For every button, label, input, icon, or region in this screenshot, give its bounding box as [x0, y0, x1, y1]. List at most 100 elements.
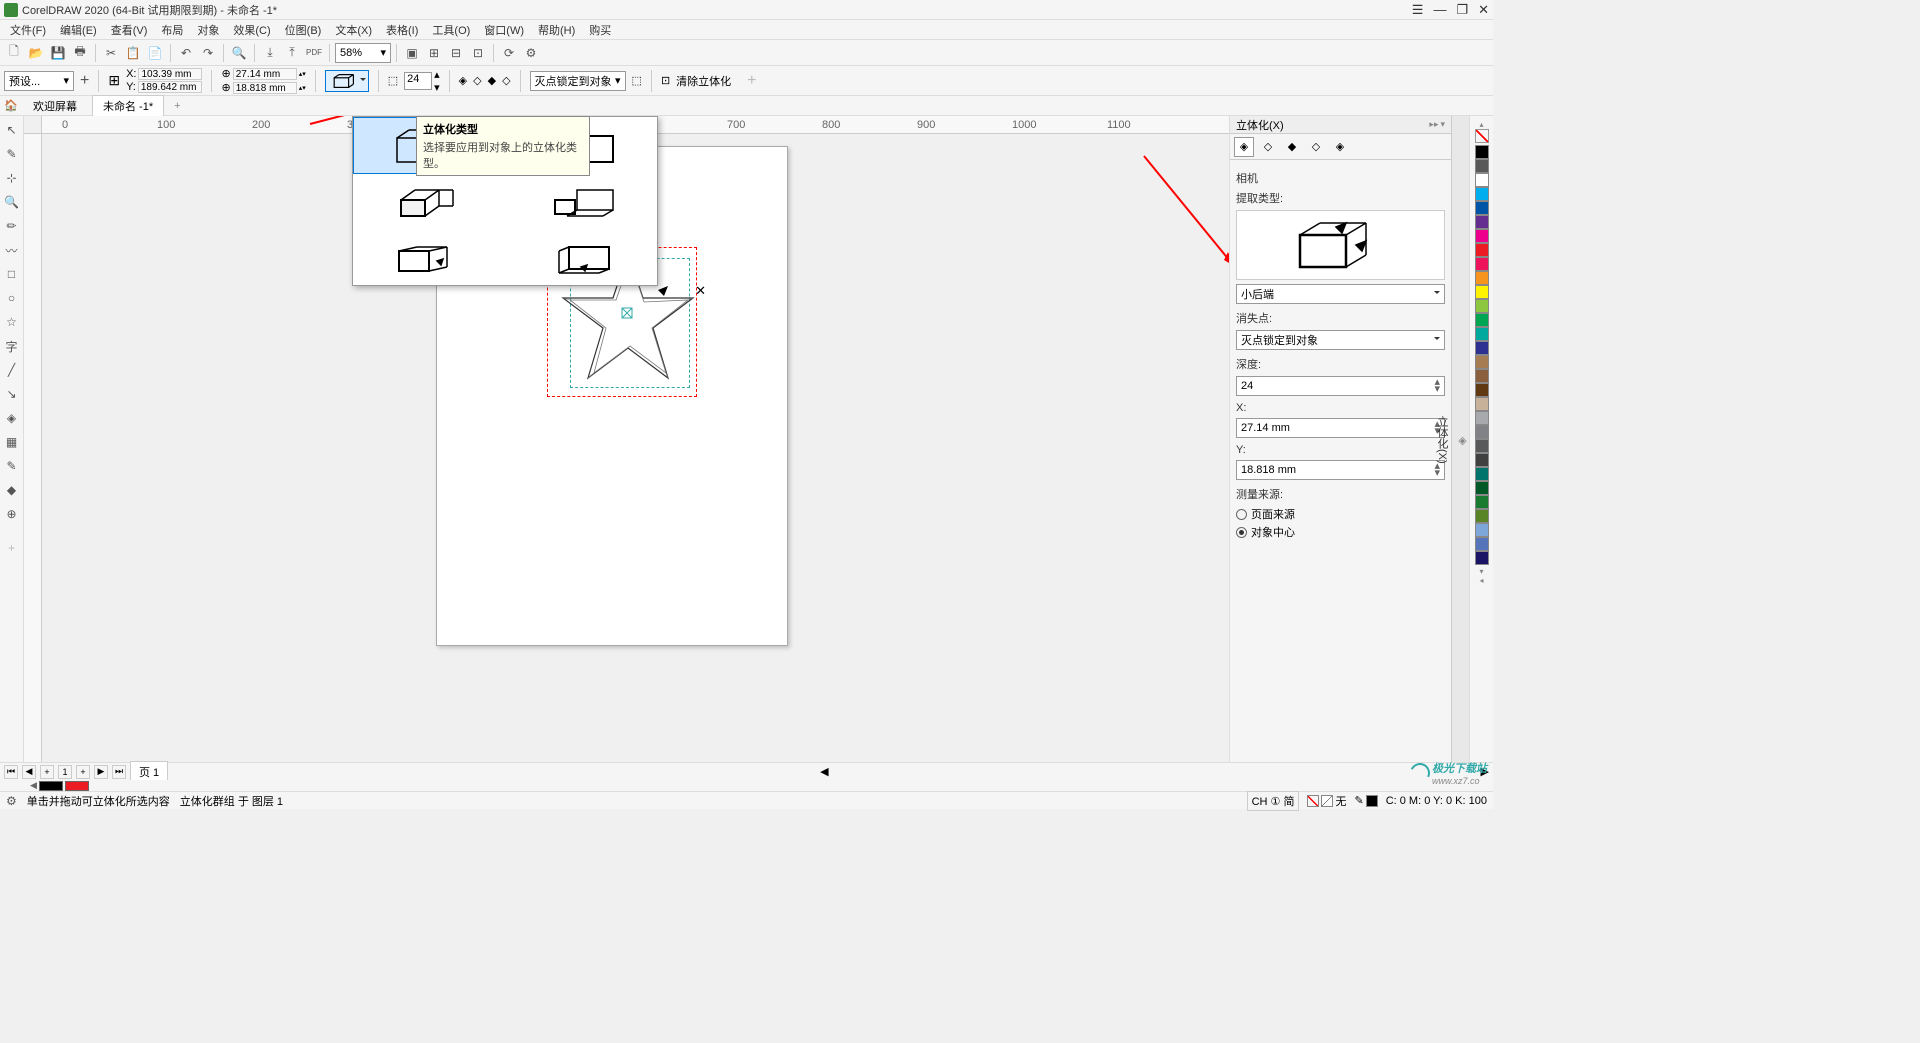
menu-tools[interactable]: 工具(O) [426, 20, 476, 40]
outline-tool[interactable]: ⊕ [2, 504, 22, 524]
outline-indicator[interactable]: ✎ [1354, 794, 1377, 807]
fill-indicator-icon[interactable]: 无 [1307, 793, 1346, 809]
menu-object[interactable]: 对象 [191, 20, 225, 40]
add-button[interactable]: + [747, 72, 756, 90]
vp-x-input[interactable]: 27.14 mm [233, 68, 297, 80]
palette-swatch-19[interactable] [1475, 411, 1489, 425]
vanishing-point-select[interactable]: 灭点锁定到对象 [1236, 330, 1445, 350]
palette-swatch-18[interactable] [1475, 397, 1489, 411]
extrude-color-button[interactable]: ◇ [473, 74, 481, 87]
extrude-lighting-button[interactable]: ◇ [502, 74, 510, 87]
docker-tab-light[interactable]: ◆ [1282, 137, 1302, 157]
palette-swatch-15[interactable] [1475, 355, 1489, 369]
menu-edit[interactable]: 编辑(E) [54, 20, 103, 40]
options-button[interactable]: ⚙ [521, 43, 541, 63]
menu-text[interactable]: 文本(X) [329, 20, 378, 40]
menu-bitmap[interactable]: 位图(B) [279, 20, 328, 40]
colorbar-swatch-black[interactable] [39, 781, 63, 791]
vanishing-point-combo[interactable]: 灭点锁定到对象▾ [530, 71, 626, 91]
save-button[interactable]: 💾 [48, 43, 68, 63]
freehand-tool[interactable]: ✏ [2, 216, 22, 236]
palette-swatch-16[interactable] [1475, 369, 1489, 383]
palette-swatch-22[interactable] [1475, 453, 1489, 467]
extrude-type-option-6[interactable] [505, 230, 657, 285]
menu-table[interactable]: 表格(I) [380, 20, 424, 40]
artistic-media-tool[interactable]: 〰 [2, 240, 22, 260]
page-last-button[interactable]: ⏭ [112, 765, 126, 779]
palette-swatch-27[interactable] [1475, 523, 1489, 537]
palette-swatch-7[interactable] [1475, 243, 1489, 257]
import-button[interactable]: ⤓ [260, 43, 280, 63]
menu-help[interactable]: 帮助(H) [532, 20, 581, 40]
rectangle-tool[interactable]: □ [2, 264, 22, 284]
new-tab-button[interactable]: + [168, 98, 186, 114]
colorbar-swatch-red[interactable] [65, 781, 89, 791]
docker-tab-color[interactable]: ◇ [1306, 137, 1326, 157]
page-next-button[interactable]: ▶ [94, 765, 108, 779]
extrude-type-dropdown[interactable] [325, 70, 369, 92]
palette-swatch-3[interactable] [1475, 187, 1489, 201]
crop-tool[interactable]: ⊹ [2, 168, 22, 188]
palette-swatch-12[interactable] [1475, 313, 1489, 327]
pick-tool[interactable]: ↖ [2, 120, 22, 140]
ellipse-tool[interactable]: ○ [2, 288, 22, 308]
palette-down-arrow[interactable]: ▾ [1479, 567, 1483, 576]
undo-button[interactable]: ↶ [176, 43, 196, 63]
vp-y-input[interactable]: 18.818 mm [233, 82, 297, 94]
close-icon[interactable]: ✕ [1478, 2, 1489, 18]
open-button[interactable]: 📂 [26, 43, 46, 63]
search-button[interactable]: 🔍 [229, 43, 249, 63]
shape-tool[interactable]: ✎ [2, 144, 22, 164]
docker-tab-camera[interactable]: ◈ [1234, 137, 1254, 157]
preset-combo[interactable]: 预设...▾ [4, 71, 74, 91]
transparency-tool[interactable]: ▦ [2, 432, 22, 452]
palette-flyout-arrow[interactable]: ◂ [1479, 576, 1483, 585]
polygon-tool[interactable]: ☆ [2, 312, 22, 332]
docker-tab-rotation[interactable]: ◇ [1258, 137, 1278, 157]
redo-button[interactable]: ↷ [198, 43, 218, 63]
extrude-rotation-button[interactable]: ◈ [459, 74, 467, 87]
radio-object-center[interactable]: 对象中心 [1236, 524, 1445, 540]
maximize-icon[interactable]: ❐ [1456, 2, 1468, 18]
add-tool-button[interactable]: + [2, 538, 22, 558]
extrude-type-option-3[interactable] [353, 174, 505, 229]
palette-swatch-28[interactable] [1475, 537, 1489, 551]
ruler-corner[interactable] [24, 116, 42, 134]
statusbar-settings-icon[interactable]: ⚙ [6, 794, 17, 808]
drop-shadow-tool[interactable]: ◈ [2, 408, 22, 428]
palette-swatch-1[interactable] [1475, 159, 1489, 173]
palette-swatch-13[interactable] [1475, 327, 1489, 341]
extrude-type-option-5[interactable] [353, 230, 505, 285]
sidebar-tab-label[interactable]: 立体化(X) [1434, 416, 1450, 464]
palette-swatch-23[interactable] [1475, 467, 1489, 481]
add-preset-button[interactable]: + [80, 72, 89, 90]
palette-swatch-21[interactable] [1475, 439, 1489, 453]
ruler-vertical[interactable] [24, 134, 42, 764]
page-add-after-button[interactable]: + [76, 765, 90, 779]
zoom-tool[interactable]: 🔍 [2, 192, 22, 212]
palette-swatch-11[interactable] [1475, 299, 1489, 313]
docker-tab-bevel[interactable]: ◈ [1330, 137, 1350, 157]
y-spinner[interactable]: 18.818 mm▴▾ [1236, 460, 1445, 480]
connector-tool[interactable]: ↘ [2, 384, 22, 404]
object-origin-icon[interactable]: ⊞ [108, 72, 120, 89]
palette-swatch-2[interactable] [1475, 173, 1489, 187]
menu-window[interactable]: 窗口(W) [478, 20, 530, 40]
fill-tool[interactable]: ◆ [2, 480, 22, 500]
page-add-before-button[interactable]: + [40, 765, 54, 779]
paste-button[interactable]: 📄 [145, 43, 165, 63]
copy-button[interactable]: 📋 [123, 43, 143, 63]
home-icon[interactable]: 🏠 [4, 99, 18, 113]
menu-effects[interactable]: 效果(C) [227, 20, 276, 40]
new-doc-button[interactable]: 🗋 [4, 43, 24, 63]
palette-swatch-24[interactable] [1475, 481, 1489, 495]
clear-extrude-button[interactable]: 清除立体化 [676, 73, 731, 89]
sidebar-tab-extrude-icon[interactable]: ◈ [1456, 434, 1469, 447]
status-language[interactable]: CH ① 简 [1247, 791, 1300, 811]
palette-swatch-17[interactable] [1475, 383, 1489, 397]
eyedropper-tool[interactable]: ✎ [2, 456, 22, 476]
extrude-bevel-button[interactable]: ◆ [488, 74, 496, 87]
clear-extrude-icon[interactable]: ⊡ [661, 74, 670, 87]
menu-view[interactable]: 查看(V) [105, 20, 154, 40]
palette-swatch-5[interactable] [1475, 215, 1489, 229]
